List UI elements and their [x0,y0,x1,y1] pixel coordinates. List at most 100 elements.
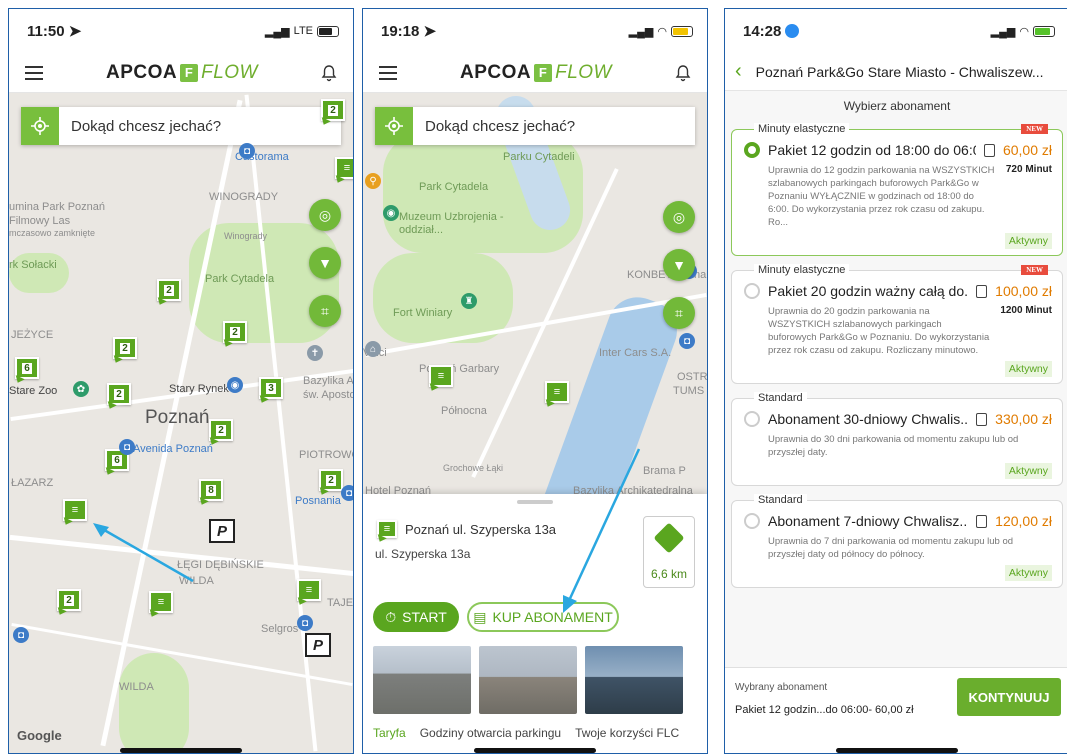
parking-pin[interactable]: 2 [157,279,181,301]
zoo-icon: ✿ [73,381,89,397]
sheet-grip[interactable] [517,500,553,504]
plan-card[interactable]: Standard Abonament 7-dniowy Chwalisz... … [731,494,1063,588]
selection-footer: Wybrany abonament Pakiet 12 godzin...do … [725,667,1067,753]
toggle-poi-button[interactable]: ◎ [663,201,695,233]
document-icon[interactable] [976,412,988,426]
shop-icon: ◘ [341,485,353,501]
plan-radio[interactable] [744,142,760,158]
navigate-button[interactable]: 6,6 km [643,516,695,588]
map-label-taje: TAJE [327,597,353,609]
bell-icon[interactable] [321,64,337,82]
back-icon[interactable]: ‹ [735,60,742,83]
parking-pin[interactable]: 2 [319,469,343,491]
subscription-list[interactable]: Wybierz abonament Minuty elastyczne NEW … [725,91,1067,667]
lot-photo[interactable] [373,646,471,714]
app-logo: APCOA F FLOW [105,61,258,83]
plan-card[interactable]: Standard Abonament 30-dniowy Chwalis... … [731,392,1063,486]
lot-photo[interactable] [585,646,683,714]
nav-header: ‹ Poznań Park&Go Stare Miasto - Chwalisz… [725,53,1067,91]
destination-search[interactable]: Dokąd chcesz jechać? [21,107,341,145]
plan-radio[interactable] [744,513,760,529]
filter-button[interactable]: ▼ [663,249,695,281]
tab-tariff[interactable]: Taryfa [373,726,406,740]
plan-minutes: 720 Minut [1005,164,1052,175]
document-icon[interactable] [976,284,988,298]
map-label-selgros: Selgros [261,623,299,635]
plan-radio[interactable] [744,283,760,299]
parking-pin[interactable]: 2 [57,589,81,611]
locate-icon[interactable] [375,107,413,145]
menu-icon[interactable] [25,65,43,80]
lot-distance: 6,6 km [650,567,687,581]
museum-icon: ◉ [383,205,399,221]
app-header: APCOA F FLOW [363,53,707,93]
map-label-wilda-upper: WILDA [179,575,214,587]
parking-pin[interactable]: ≡ [545,381,569,403]
document-icon[interactable] [976,514,988,528]
plan-card[interactable]: Minuty elastyczne NEW Pakiet 20 godzin w… [731,264,1063,384]
menu-icon[interactable] [379,65,397,80]
bell-icon[interactable] [675,64,691,82]
parking-pin[interactable]: 2 [113,337,137,359]
parking-pin[interactable]: 2 [223,321,247,343]
restaurant-icon: ⚲ [365,173,381,189]
parking-pin[interactable]: 8 [199,479,223,501]
document-icon[interactable] [983,143,995,157]
filter-button[interactable]: ▼ [309,247,341,279]
map-label-cytadela: Park Cytadela [205,273,275,285]
start-button[interactable]: ⏱ START [373,602,459,632]
map-label-legi: ŁĘGI DĘBIŃSKIE [177,559,264,571]
battery-icon [317,25,339,37]
list-header: Wybierz abonament [843,99,951,113]
continue-button[interactable]: KONTYNUUJ [957,678,1061,716]
parking-pin[interactable]: 3 [259,377,283,399]
parking-pin[interactable]: 6 [15,357,39,379]
home-indicator [836,748,958,753]
signal-icon: ▂▄▆ [264,25,290,38]
parking-pin[interactable]: ≡ [429,365,453,387]
tab-opening-hours[interactable]: Godziny otwarcia parkingu [420,726,561,740]
plan-card[interactable]: Minuty elastyczne NEW Pakiet 12 godzin o… [731,123,1063,256]
map-label-piotrowo: PIOTROWO [299,449,353,461]
map-label-poznan: Poznań [145,407,210,428]
toggle-poi-button[interactable]: ◎ [309,199,341,231]
locate-icon[interactable] [21,107,59,145]
map-label-oddzial: oddział... [399,224,444,236]
lot-photos[interactable] [373,646,707,716]
shop-icon: ◘ [679,333,695,349]
shop-icon: ◘ [119,439,135,455]
map-label-fort: Fort Winiary [393,307,453,319]
plan-radio[interactable] [744,411,760,427]
plan-description: Uprawnia do 30 dni parkowania od momentu… [768,434,1019,458]
app-logo: APCOA F FLOW [459,61,612,83]
map-label-winogrady: WINOGRADY [209,191,279,203]
parking-pin[interactable]: 2 [107,383,131,405]
parking-pin[interactable]: ≡ [297,579,321,601]
parking-pin[interactable]: ≡ [149,591,173,613]
plan-description: Uprawnia do 7 dni parkowania od momentu … [768,536,1014,560]
network-label: LTE [293,25,313,37]
scan-button[interactable]: ⌗ [663,297,695,329]
parking-pin[interactable]: 2 [321,99,345,121]
selected-value: Pakiet 12 godzin...do 06:00- 60,00 zł [735,704,914,716]
tab-benefits[interactable]: Twoje korzyści FLC [575,726,679,740]
status-badge: Aktywny [1004,233,1052,249]
buy-subscription-button[interactable]: ▤ KUP ABONAMENT [467,602,619,632]
scan-button[interactable]: ⌗ [309,295,341,327]
parking-pin[interactable]: ≡ [63,499,87,521]
lot-photo[interactable] [479,646,577,714]
destination-search[interactable]: Dokąd chcesz jechać? [375,107,695,145]
ticket-icon: ▤ [473,608,487,625]
parking-pin[interactable]: ≡ [335,157,353,179]
shop-icon: ◘ [239,143,255,159]
parking-pin[interactable]: 2 [209,419,233,441]
church-icon: ✝ [307,345,323,361]
map[interactable]: Dokąd chcesz jechać? Castorama WINOGRADY… [9,93,353,753]
plan-name: Abonament 7-dniowy Chwalisz... [768,513,969,529]
plan-price: 100,00 zł [995,283,1052,299]
stopwatch-icon: ⏱ [385,608,397,625]
map-label-muzeum: Muzeum Uzbrojenia - [399,211,504,223]
parking-p-pin[interactable]: P [305,633,331,657]
map-label-wilda: WILDA [119,681,154,693]
parking-p-pin[interactable]: P [209,519,235,543]
